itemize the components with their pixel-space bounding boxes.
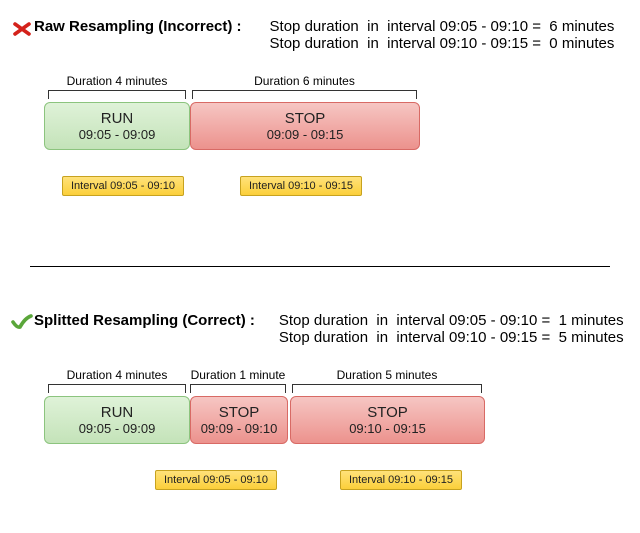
- raw-result-line-1: Stop duration in interval 09:05 - 09:10 …: [270, 18, 615, 35]
- raw-stop-block: STOP 09:09 - 09:15: [190, 102, 420, 150]
- check-icon: [10, 312, 34, 330]
- split-duration-3: Duration 5 minutes: [292, 368, 482, 382]
- split-title: Splitted Resampling (Correct) :: [34, 312, 255, 329]
- state-label: STOP: [219, 404, 260, 421]
- split-result-line-1: Stop duration in interval 09:05 - 09:10 …: [279, 312, 624, 329]
- raw-run-block: RUN 09:05 - 09:09: [44, 102, 190, 150]
- raw-chart: Duration 4 minutes Duration 6 minutes RU…: [40, 76, 640, 226]
- section-divider: [30, 266, 610, 267]
- split-duration-1: Duration 4 minutes: [48, 368, 186, 382]
- split-run-block: RUN 09:05 - 09:09: [44, 396, 190, 444]
- state-label: RUN: [101, 110, 134, 127]
- state-time: 09:05 - 09:09: [79, 127, 156, 142]
- split-stop-block-2: STOP 09:10 - 09:15: [290, 396, 485, 444]
- raw-duration-1: Duration 4 minutes: [48, 74, 186, 88]
- state-time: 09:05 - 09:09: [79, 421, 156, 436]
- split-result-line-2: Stop duration in interval 09:10 - 09:15 …: [279, 329, 624, 346]
- split-interval-chip-2: Interval 09:10 - 09:15: [340, 470, 462, 490]
- raw-duration-2: Duration 6 minutes: [192, 74, 417, 88]
- raw-interval-chip-2: Interval 09:10 - 09:15: [240, 176, 362, 196]
- split-header-row: Splitted Resampling (Correct) : Stop dur…: [0, 312, 640, 346]
- raw-header-row: Raw Resampling (Incorrect) : Stop durati…: [0, 18, 640, 52]
- raw-result-line-2: Stop duration in interval 09:10 - 09:15 …: [270, 35, 615, 52]
- split-bracket-3: [292, 384, 482, 394]
- raw-resampling-section: Raw Resampling (Incorrect) : Stop durati…: [0, 18, 640, 226]
- splitted-resampling-section: Splitted Resampling (Correct) : Stop dur…: [0, 312, 640, 520]
- split-duration-2: Duration 1 minute: [188, 368, 288, 382]
- split-bracket-2: [190, 384, 286, 394]
- state-time: 09:09 - 09:10: [201, 421, 278, 436]
- state-label: RUN: [101, 404, 134, 421]
- state-time: 09:10 - 09:15: [349, 421, 426, 436]
- raw-results: Stop duration in interval 09:05 - 09:10 …: [260, 18, 615, 52]
- state-label: STOP: [285, 110, 326, 127]
- split-chart: Duration 4 minutes Duration 1 minute Dur…: [40, 370, 640, 520]
- state-time: 09:09 - 09:15: [267, 127, 344, 142]
- split-bracket-1: [48, 384, 186, 394]
- raw-bracket-2: [192, 90, 417, 100]
- raw-bracket-1: [48, 90, 186, 100]
- split-interval-chip-1: Interval 09:05 - 09:10: [155, 470, 277, 490]
- raw-title: Raw Resampling (Incorrect) :: [34, 18, 242, 35]
- cross-icon: [10, 18, 34, 38]
- state-label: STOP: [367, 404, 408, 421]
- split-results: Stop duration in interval 09:05 - 09:10 …: [269, 312, 624, 346]
- split-stop-block-1: STOP 09:09 - 09:10: [190, 396, 288, 444]
- raw-interval-chip-1: Interval 09:05 - 09:10: [62, 176, 184, 196]
